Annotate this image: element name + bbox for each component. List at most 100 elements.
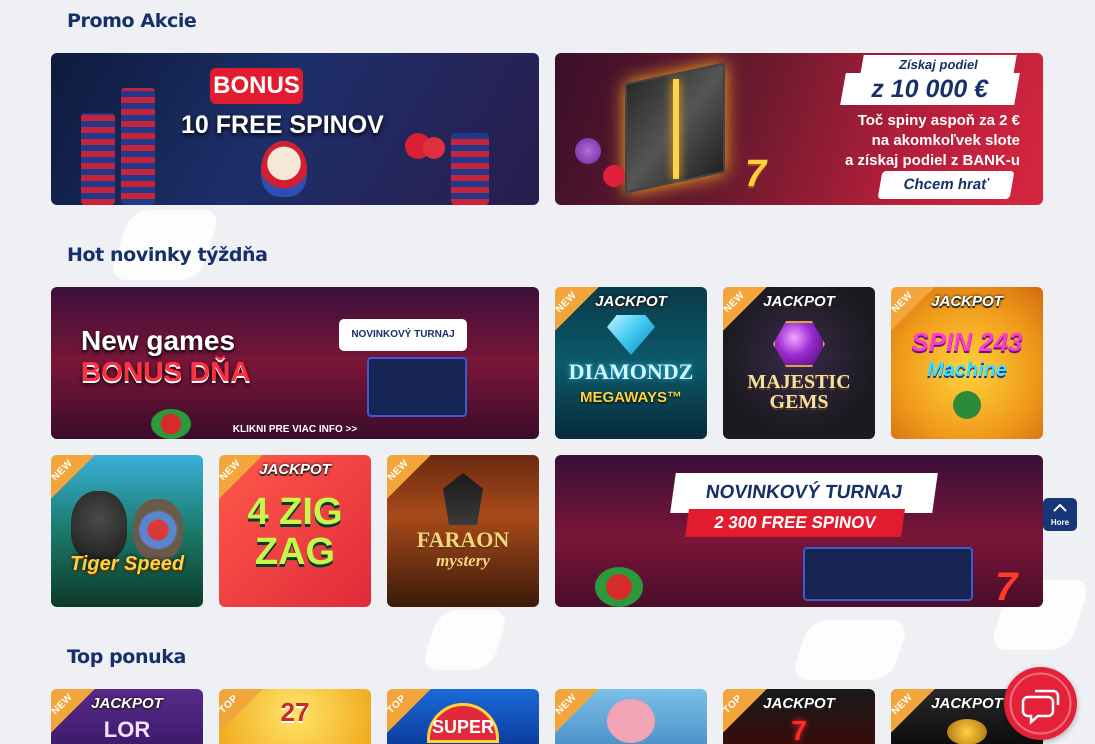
background-shape [790,620,910,680]
badge-corner: NEW [555,287,599,331]
slot-reels-icon [803,547,973,601]
game-tile-tiger-speed[interactable]: Tiger Speed NEW [51,455,203,607]
badge-new: NEW [555,691,580,718]
game-tile-top-1[interactable]: LOR JACKPOT NEW [51,689,203,744]
game-title: FARAON [416,527,510,552]
badge-corner: NEW [891,287,935,331]
gorilla-icon [71,491,127,561]
chips-stack [121,88,155,205]
jackpot-label: JACKPOT [595,293,667,310]
badge-corner: TOP [219,689,263,733]
tournament-banner[interactable]: NOVINKOVÝ TURNAJ 2 300 FREE SPINOV 7 [555,455,1043,607]
play-now-button[interactable]: Chcem hrať [877,171,1015,199]
game-tile-top-2[interactable]: 27 TOP [219,689,371,744]
tournament-title: NOVINKOVÝ TURNAJ [670,473,938,513]
game-tile-top-5[interactable]: 7 JACKPOT TOP [723,689,875,744]
clover-icon [953,391,981,419]
badge-corner: TOP [387,689,431,733]
jackpot-label: JACKPOT [931,695,1003,712]
safe-glow [673,79,679,179]
badge-top: TOP [723,692,745,717]
coins-icon [947,719,987,744]
banner-footer-link[interactable]: KLIKNI PRE VIAC INFO >> [51,424,539,435]
chips-stack [451,133,489,205]
game-title: Tiger Speed [69,553,185,575]
badge-corner: TOP [723,689,767,733]
game-tile-faraon[interactable]: FARAON mystery NEW [387,455,539,607]
section-title-hot: Hot novinky týždňa [67,244,268,266]
cherry-icon [603,165,625,187]
watermelon-icon [595,567,643,607]
bank-line1: Získaj podiel [860,55,1017,75]
badge-corner: NEW [51,455,95,499]
bank-line5: a získaj podiel z BANK-u [844,152,1020,169]
jackpot-label: JACKPOT [259,461,331,478]
game-subtitle: ZAG [254,531,336,573]
badge-top: TOP [387,692,409,717]
game-tile-majestic-gems[interactable]: MAJESTIC GEMS JACKPOT NEW [723,287,875,439]
chips-stack [81,113,115,205]
badge-corner: NEW [387,455,431,499]
chat-icon [1009,672,1072,735]
badge-new: NEW [51,691,76,718]
seven-icon: 7 [995,565,1018,607]
bank-description: Toč spiny aspoň za 2 € na akomkoľvek slo… [800,111,1020,171]
badge-new: NEW [723,289,748,316]
badge-new: NEW [891,691,916,718]
section-title-top: Top ponuka [67,646,186,668]
game-subtitle: Machine [926,359,1008,381]
new-games-banner[interactable]: New games BONUS DŇA NOVINKOVÝ TURNAJ KLI… [51,287,539,439]
jester-icon [261,141,307,197]
bank-line2: z 10 000 € [840,73,1020,105]
jackpot-label: JACKPOT [91,695,163,712]
game-tile-diamondz[interactable]: DIAMONDZ MEGAWAYS™ JACKPOT NEW [555,287,707,439]
slot-reels-icon [367,357,467,417]
new-games-headline: New games [81,325,236,356]
badge-new: NEW [555,289,580,316]
game-subtitle: MEGAWAYS™ [580,389,682,406]
promo-banner-bonus[interactable]: BONUS 10 FREE SPINOV [51,53,539,205]
badge-corner: NEW [219,455,263,499]
badge-corner: NEW [51,689,95,733]
bonus-label: BONUS [210,68,303,104]
gem-icon [773,321,825,367]
bank-line3: Toč spiny aspoň za 2 € [857,112,1020,129]
game-tile-spin-243[interactable]: SPIN 243 Machine JACKPOT NEW [891,287,1043,439]
game-tile-top-3[interactable]: SUPER TOP [387,689,539,744]
jackpot-label: JACKPOT [763,695,835,712]
seven-icon: 7 [745,153,767,195]
badge-new: NEW [219,457,244,484]
chevron-up-icon [1053,503,1067,512]
scroll-to-top-button[interactable]: Hore [1043,498,1077,531]
anubis-icon [443,473,483,525]
badge-corner: NEW [723,287,767,331]
badge-new: NEW [51,457,76,484]
chat-button[interactable] [1004,667,1077,740]
badge-corner: NEW [555,689,599,733]
background-shape [420,610,510,670]
badge-new: NEW [891,289,916,316]
grapes-icon [575,138,601,164]
promo-banner-bank[interactable]: 7 Získaj podiel z 10 000 € Toč spiny asp… [555,53,1043,205]
jackpot-label: JACKPOT [931,293,1003,310]
bank-line4: na akomkoľvek slote [871,132,1020,149]
scroll-to-top-label: Hore [1050,518,1070,527]
game-tile-zig-zag[interactable]: 4 ZIG ZAG JACKPOT NEW [219,455,371,607]
section-title-promo: Promo Akcie [67,10,197,32]
game-title: DIAMONDZ [568,359,694,384]
diamond-icon [607,315,655,355]
bonus-day-headline: BONUS DŇA [81,356,251,387]
cherry-icon [423,137,445,159]
game-subtitle: mystery [436,551,490,570]
jackpot-label: JACKPOT [763,293,835,310]
mandrill-icon [133,499,183,561]
bonus-headline: 10 FREE SPINOV [181,111,384,139]
game-subtitle: GEMS [769,391,829,413]
tournament-card: NOVINKOVÝ TURNAJ [339,319,467,351]
badge-new: NEW [387,457,412,484]
game-title: SPIN 243 [911,327,1023,357]
badge-corner: NEW [891,689,935,733]
game-tile-top-4[interactable]: NEW [555,689,707,744]
pig-icon [607,699,655,743]
badge-top: TOP [219,692,241,717]
